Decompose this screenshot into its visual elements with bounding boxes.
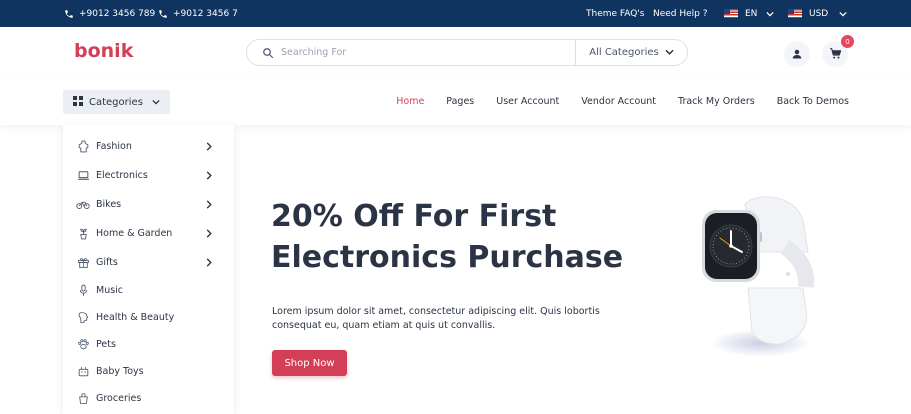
sidebar-item-label: Bikes xyxy=(96,199,122,210)
nav-link-back-to-demos[interactable]: Back To Demos xyxy=(777,96,849,107)
smartwatch-image xyxy=(690,192,820,372)
chevron-right-icon xyxy=(206,200,212,209)
sidebar-item-baby-toys[interactable]: Baby Toys xyxy=(63,358,234,385)
sidebar-item-label: Health & Beauty xyxy=(96,312,175,323)
sidebar-item-label: Music xyxy=(96,285,124,296)
us-flag-icon xyxy=(724,9,738,18)
sidebar-item-label: Gifts xyxy=(96,257,118,268)
phone-contact-1[interactable]: +9012 3456 789 xyxy=(64,0,155,27)
category-grid-icon xyxy=(73,95,83,109)
search-icon[interactable] xyxy=(262,47,274,59)
cart-count-badge: 0 xyxy=(841,35,854,48)
cart-icon xyxy=(829,45,842,64)
sidebar-item-bikes[interactable]: Bikes xyxy=(63,191,234,218)
sidebar-item-label: Baby Toys xyxy=(96,366,144,377)
main-nav-links: Home Pages User Account Vendor Account T… xyxy=(396,77,849,125)
user-icon xyxy=(791,45,803,64)
chevron-right-icon xyxy=(206,258,212,267)
microphone-icon xyxy=(76,284,90,298)
currency-value: USD xyxy=(809,8,829,19)
plant-icon xyxy=(76,227,90,241)
main-header: bonik All Categories 0 xyxy=(0,27,911,77)
bonik-logo[interactable]: bonik xyxy=(74,40,133,62)
phone-icon xyxy=(158,9,168,19)
sidebar-item-gifts[interactable]: Gifts xyxy=(63,249,234,276)
chevron-down-icon xyxy=(152,97,160,108)
chevron-down-icon xyxy=(665,47,674,58)
categories-button[interactable]: Categories xyxy=(63,90,170,114)
top-bar: +9012 3456 789 +9012 3456 7 Theme FAQ's … xyxy=(0,0,911,27)
phone-number-2: +9012 3456 7 xyxy=(173,8,238,19)
nav-link-pages[interactable]: Pages xyxy=(446,96,474,107)
navigation-bar: Categories Home Pages User Account Vendo… xyxy=(0,77,911,125)
chevron-down-icon xyxy=(766,11,775,17)
grocery-icon xyxy=(76,392,90,406)
us-flag-icon xyxy=(788,9,802,18)
category-sidebar: Fashion Electronics Bikes Home & Garden … xyxy=(63,125,234,414)
sidebar-item-groceries[interactable]: Groceries xyxy=(63,385,234,412)
gift-icon xyxy=(76,256,90,270)
sidebar-item-pets[interactable]: Pets xyxy=(63,331,234,358)
sidebar-item-label: Groceries xyxy=(96,393,142,404)
nav-link-track-orders[interactable]: Track My Orders xyxy=(678,96,755,107)
laptop-icon xyxy=(76,169,90,183)
sidebar-item-electronics[interactable]: Electronics xyxy=(63,162,234,189)
sidebar-item-label: Electronics xyxy=(96,170,148,181)
hero-title-line-2: Electronics Purchase xyxy=(271,240,624,275)
sidebar-item-label: Pets xyxy=(96,339,116,350)
chevron-down-icon xyxy=(839,11,847,17)
sidebar-item-fashion[interactable]: Fashion xyxy=(63,133,234,160)
paw-icon xyxy=(76,338,90,352)
chevron-right-icon xyxy=(206,171,212,180)
sidebar-item-label: Fashion xyxy=(96,141,132,152)
category-dropdown[interactable]: All Categories xyxy=(575,40,687,65)
nav-link-user-account[interactable]: User Account xyxy=(496,96,559,107)
language-selector[interactable]: EN xyxy=(724,0,775,27)
hero-description: Lorem ipsum dolor sit amet, consectetur … xyxy=(272,306,600,331)
hero-title: 20% Off For First Electronics Purchase xyxy=(271,196,671,278)
account-button[interactable] xyxy=(784,41,810,67)
sidebar-item-home-garden[interactable]: Home & Garden xyxy=(63,220,234,247)
sidebar-item-music[interactable]: Music xyxy=(63,277,234,304)
search-bar: All Categories xyxy=(246,39,688,66)
toy-icon xyxy=(76,365,90,379)
language-value: EN xyxy=(745,8,758,19)
nav-link-home[interactable]: Home xyxy=(396,96,424,107)
sidebar-item-health-beauty[interactable]: Health & Beauty xyxy=(63,304,234,331)
categories-button-label: Categories xyxy=(89,96,143,108)
shop-now-button[interactable]: Shop Now xyxy=(272,350,347,376)
hero-title-line-1: 20% Off For First xyxy=(271,199,557,234)
category-dropdown-label: All Categories xyxy=(589,47,659,58)
chevron-right-icon xyxy=(206,229,212,238)
health-icon xyxy=(76,311,90,325)
currency-selector[interactable]: USD xyxy=(788,0,847,27)
chevron-right-icon xyxy=(206,142,212,151)
bike-icon xyxy=(76,198,90,212)
sidebar-item-label: Home & Garden xyxy=(96,228,173,239)
faq-link[interactable]: Theme FAQ's xyxy=(586,0,645,27)
help-link[interactable]: Need Help ? xyxy=(653,0,708,27)
search-input[interactable] xyxy=(281,47,561,58)
phone-number-1: +9012 3456 789 xyxy=(79,8,156,19)
phone-icon xyxy=(64,9,74,19)
phone-contact-2[interactable]: +9012 3456 7 xyxy=(158,0,238,27)
dress-icon xyxy=(76,140,90,154)
nav-link-vendor-account[interactable]: Vendor Account xyxy=(581,96,656,107)
